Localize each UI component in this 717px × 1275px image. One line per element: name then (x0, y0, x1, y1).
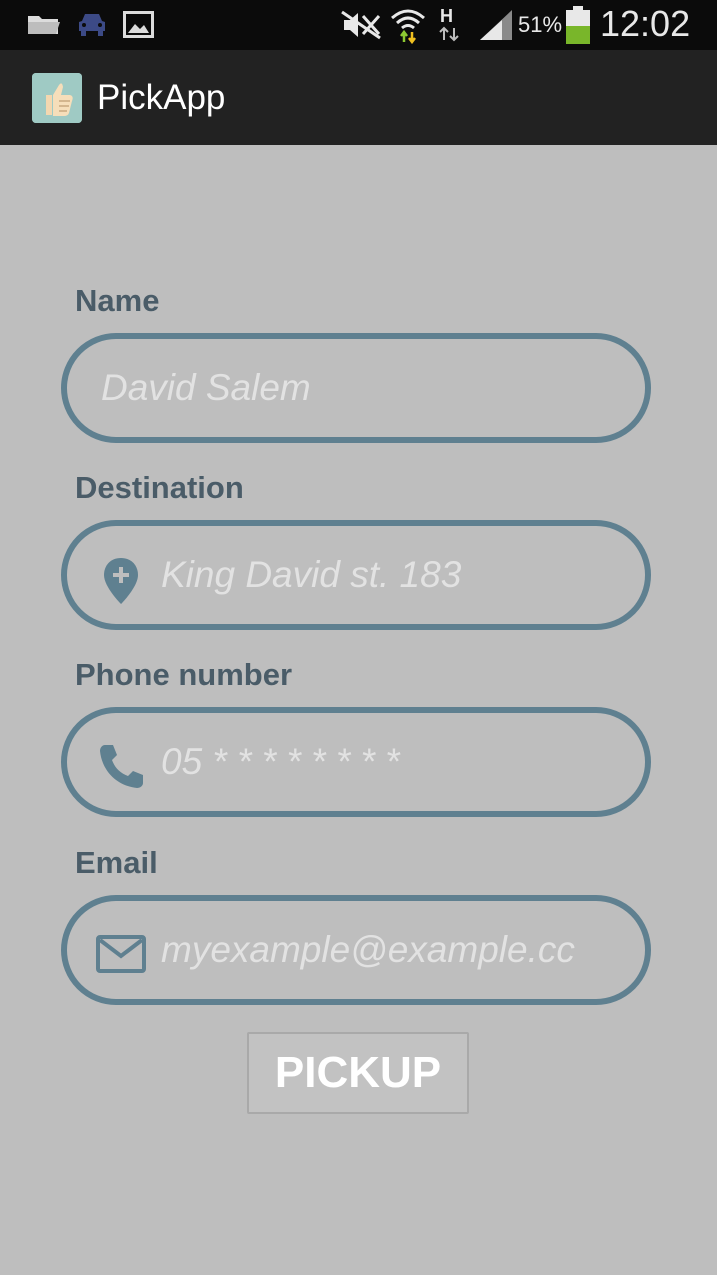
phone-placeholder: 05 * * * * * * * * (161, 741, 400, 782)
network-arrows-icon (439, 26, 459, 42)
name-label: Name (75, 283, 160, 318)
battery-icon (566, 6, 590, 44)
phone-icon (100, 745, 143, 788)
app-title: PickApp (97, 78, 226, 117)
destination-field[interactable]: King David st. 183 (61, 520, 651, 630)
mute-icon (341, 10, 381, 40)
email-field[interactable]: myexample@example.cc (61, 895, 651, 1005)
clock: 12:02 (600, 3, 691, 44)
action-bar: PickApp (0, 50, 717, 145)
phone-field[interactable]: 05 * * * * * * * * (61, 707, 651, 817)
email-placeholder: myexample@example.cc (161, 929, 575, 970)
mail-icon (96, 935, 146, 973)
thumbs-up-icon[interactable] (32, 73, 82, 123)
destination-label: Destination (75, 470, 244, 505)
destination-placeholder: King David st. 183 (161, 554, 462, 595)
wifi-icon (391, 9, 425, 44)
folder-icon (28, 16, 60, 34)
car-icon (79, 14, 105, 36)
battery-percent: 51% (518, 12, 563, 37)
location-pin-icon (104, 558, 138, 604)
pickup-button[interactable]: PICKUP (247, 1032, 469, 1114)
phone-label: Phone number (75, 657, 293, 692)
network-h-icon: H (440, 6, 453, 26)
name-field[interactable]: David Salem (61, 333, 651, 443)
signal-icon (480, 10, 512, 40)
image-icon (123, 11, 154, 38)
email-label: Email (75, 845, 158, 880)
status-bar: H 51% 12:02 (0, 0, 717, 50)
name-placeholder: David Salem (101, 367, 311, 408)
